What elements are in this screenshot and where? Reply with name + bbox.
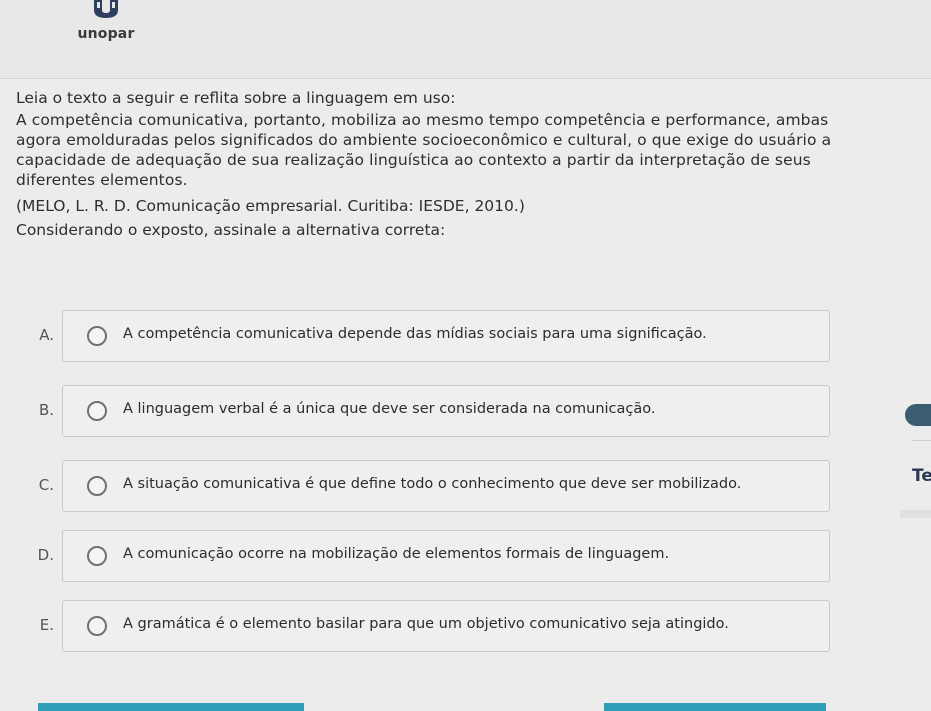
header: unopar xyxy=(0,0,931,79)
option-text: A gramática é o elemento basilar para qu… xyxy=(123,616,729,632)
option-letter: B. xyxy=(38,401,54,419)
option-text: A linguagem verbal é a única que deve se… xyxy=(123,401,656,417)
option-a[interactable]: A. A competência comunicativa depende da… xyxy=(30,310,830,362)
radio-button-icon[interactable] xyxy=(87,401,107,421)
side-panel-edge xyxy=(900,510,931,518)
side-panel-label[interactable]: Te xyxy=(912,466,931,486)
option-a-box[interactable]: A competência comunicativa depende das m… xyxy=(62,310,830,362)
radio-button-icon[interactable] xyxy=(87,546,107,566)
option-d-box[interactable]: A comunicação ocorre na mobilização de e… xyxy=(62,530,830,582)
option-b[interactable]: B. A linguagem verbal é a única que deve… xyxy=(30,385,830,437)
quote-line: A competência comunicativa, portanto, mo… xyxy=(16,111,829,129)
question-citation: (MELO, L. R. D. Comunicação empresarial.… xyxy=(16,197,525,215)
bottom-button-left[interactable] xyxy=(38,703,304,711)
radio-button-icon[interactable] xyxy=(87,326,107,346)
logo-text: unopar xyxy=(77,26,135,42)
option-letter: D. xyxy=(37,546,54,564)
radio-button-icon[interactable] xyxy=(87,616,107,636)
side-divider xyxy=(912,440,931,441)
option-e[interactable]: E. A gramática é o elemento basilar para… xyxy=(30,600,830,652)
option-letter: A. xyxy=(39,326,54,344)
option-text: A competência comunicativa depende das m… xyxy=(123,326,707,342)
unopar-logo: unopar xyxy=(74,0,138,42)
question-quote: A competência comunicativa, portanto, mo… xyxy=(16,110,884,190)
side-toggle-button[interactable] xyxy=(905,404,931,426)
option-letter: E. xyxy=(39,616,54,634)
unopar-logo-icon xyxy=(93,0,119,18)
radio-button-icon[interactable] xyxy=(87,476,107,496)
option-b-box[interactable]: A linguagem verbal é a única que deve se… xyxy=(62,385,830,437)
quote-line: capacidade de adequação de sua realizaçã… xyxy=(16,151,811,169)
option-c[interactable]: C. A situação comunicativa é que define … xyxy=(30,460,830,512)
question-content: Leia o texto a seguir e reflita sobre a … xyxy=(16,88,884,240)
option-text: A comunicação ocorre na mobilização de e… xyxy=(123,546,670,562)
option-d[interactable]: D. A comunicação ocorre na mobilização d… xyxy=(30,530,830,582)
quote-line: agora emolduradas pelos significados do … xyxy=(16,131,832,149)
question-intro: Leia o texto a seguir e reflita sobre a … xyxy=(16,89,456,107)
option-e-box[interactable]: A gramática é o elemento basilar para qu… xyxy=(62,600,830,652)
question-prompt: Considerando o exposto, assinale a alter… xyxy=(16,221,446,239)
option-c-box[interactable]: A situação comunicativa é que define tod… xyxy=(62,460,830,512)
option-letter: C. xyxy=(38,476,54,494)
option-text: A situação comunicativa é que define tod… xyxy=(123,476,742,492)
quote-line: diferentes elementos. xyxy=(16,171,188,189)
bottom-button-right[interactable] xyxy=(604,703,826,711)
